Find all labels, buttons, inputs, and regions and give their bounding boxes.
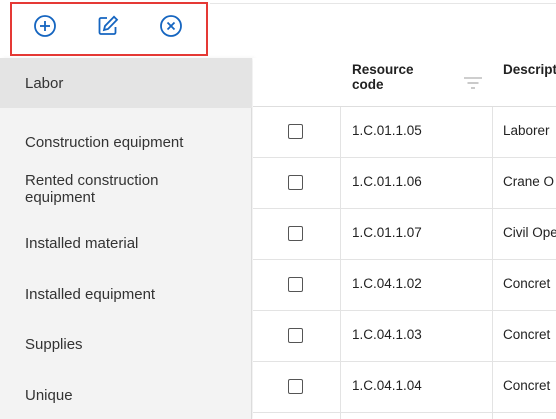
filter-icon[interactable] xyxy=(463,76,483,90)
row-checkbox[interactable] xyxy=(288,328,303,343)
edit-icon xyxy=(98,15,119,35)
x-circle-icon xyxy=(160,15,182,37)
row-checkbox[interactable] xyxy=(288,175,303,190)
sidebar-item-labor[interactable]: Labor xyxy=(0,58,252,108)
resource-code-cell: 1.C.04.1.04 xyxy=(352,378,422,393)
column-header-description[interactable]: Descript xyxy=(503,62,556,111)
description-cell: Concret xyxy=(503,276,551,291)
resource-table: Resource code Descript 1.C.01.1.05 Labor… xyxy=(253,58,556,419)
sidebar-item-unique[interactable]: Unique xyxy=(0,370,252,419)
sidebar-item-label: Construction equipment xyxy=(25,133,184,151)
resource-code-cell: 1.C.04.1.02 xyxy=(352,276,422,291)
sidebar-item-rented-construction-equipment[interactable]: Rented construction equipment xyxy=(0,168,252,210)
delete-button[interactable] xyxy=(158,13,184,39)
resource-code-cell: 1.C.01.1.06 xyxy=(352,174,422,189)
add-button[interactable] xyxy=(32,13,58,39)
sidebar-item-label: Labor xyxy=(25,74,64,92)
resource-code-cell: 1.C.04.1.03 xyxy=(352,327,422,342)
table-row[interactable]: 1.C.04.1.04 Concret xyxy=(253,362,556,413)
row-checkbox[interactable] xyxy=(288,124,303,139)
sidebar-item-label: Installed material xyxy=(25,234,139,252)
row-checkbox[interactable] xyxy=(288,277,303,292)
description-cell: Crane O xyxy=(503,174,555,189)
plus-circle-icon xyxy=(34,15,56,37)
description-cell: Concret xyxy=(503,327,551,342)
description-cell: Concret xyxy=(503,378,551,393)
table-row[interactable]: 1.C.01.1.05 Laborer xyxy=(253,107,556,158)
sidebar-item-installed-material[interactable]: Installed material xyxy=(0,218,252,268)
sidebar-item-construction-equipment[interactable]: Construction equipment xyxy=(0,117,252,167)
row-checkbox[interactable] xyxy=(288,379,303,394)
table-row[interactable]: 1.C.04.1.02 Concret xyxy=(253,260,556,311)
column-header-resource-code[interactable]: Resource code xyxy=(352,62,440,111)
table-row[interactable]: 1.C.01.1.06 Crane O xyxy=(253,158,556,209)
table-row[interactable]: 1.C.04.1.03 Concret xyxy=(253,311,556,362)
resource-code-cell: 1.C.01.1.05 xyxy=(352,123,422,138)
description-cell: Laborer xyxy=(503,123,550,138)
toolbar xyxy=(0,0,556,56)
edit-button[interactable] xyxy=(95,13,121,39)
toolbar-divider xyxy=(210,3,556,4)
sidebar-item-installed-equipment[interactable]: Installed equipment xyxy=(0,269,252,319)
sidebar-item-label: Supplies xyxy=(25,335,83,353)
sidebar-item-label: Unique xyxy=(25,386,73,404)
description-cell: Civil Ope xyxy=(503,225,556,240)
resource-code-cell: 1.C.01.1.07 xyxy=(352,225,422,240)
category-sidebar: Labor Construction equipment Rented cons… xyxy=(0,58,252,419)
sidebar-item-label: Installed equipment xyxy=(25,285,156,303)
row-checkbox[interactable] xyxy=(288,226,303,241)
sidebar-item-label: Rented construction equipment xyxy=(25,172,159,206)
sidebar-item-supplies[interactable]: Supplies xyxy=(0,319,252,369)
table-row[interactable]: 1.C.01.1.07 Civil Ope xyxy=(253,209,556,260)
table-header: Resource code Descript xyxy=(253,58,556,107)
